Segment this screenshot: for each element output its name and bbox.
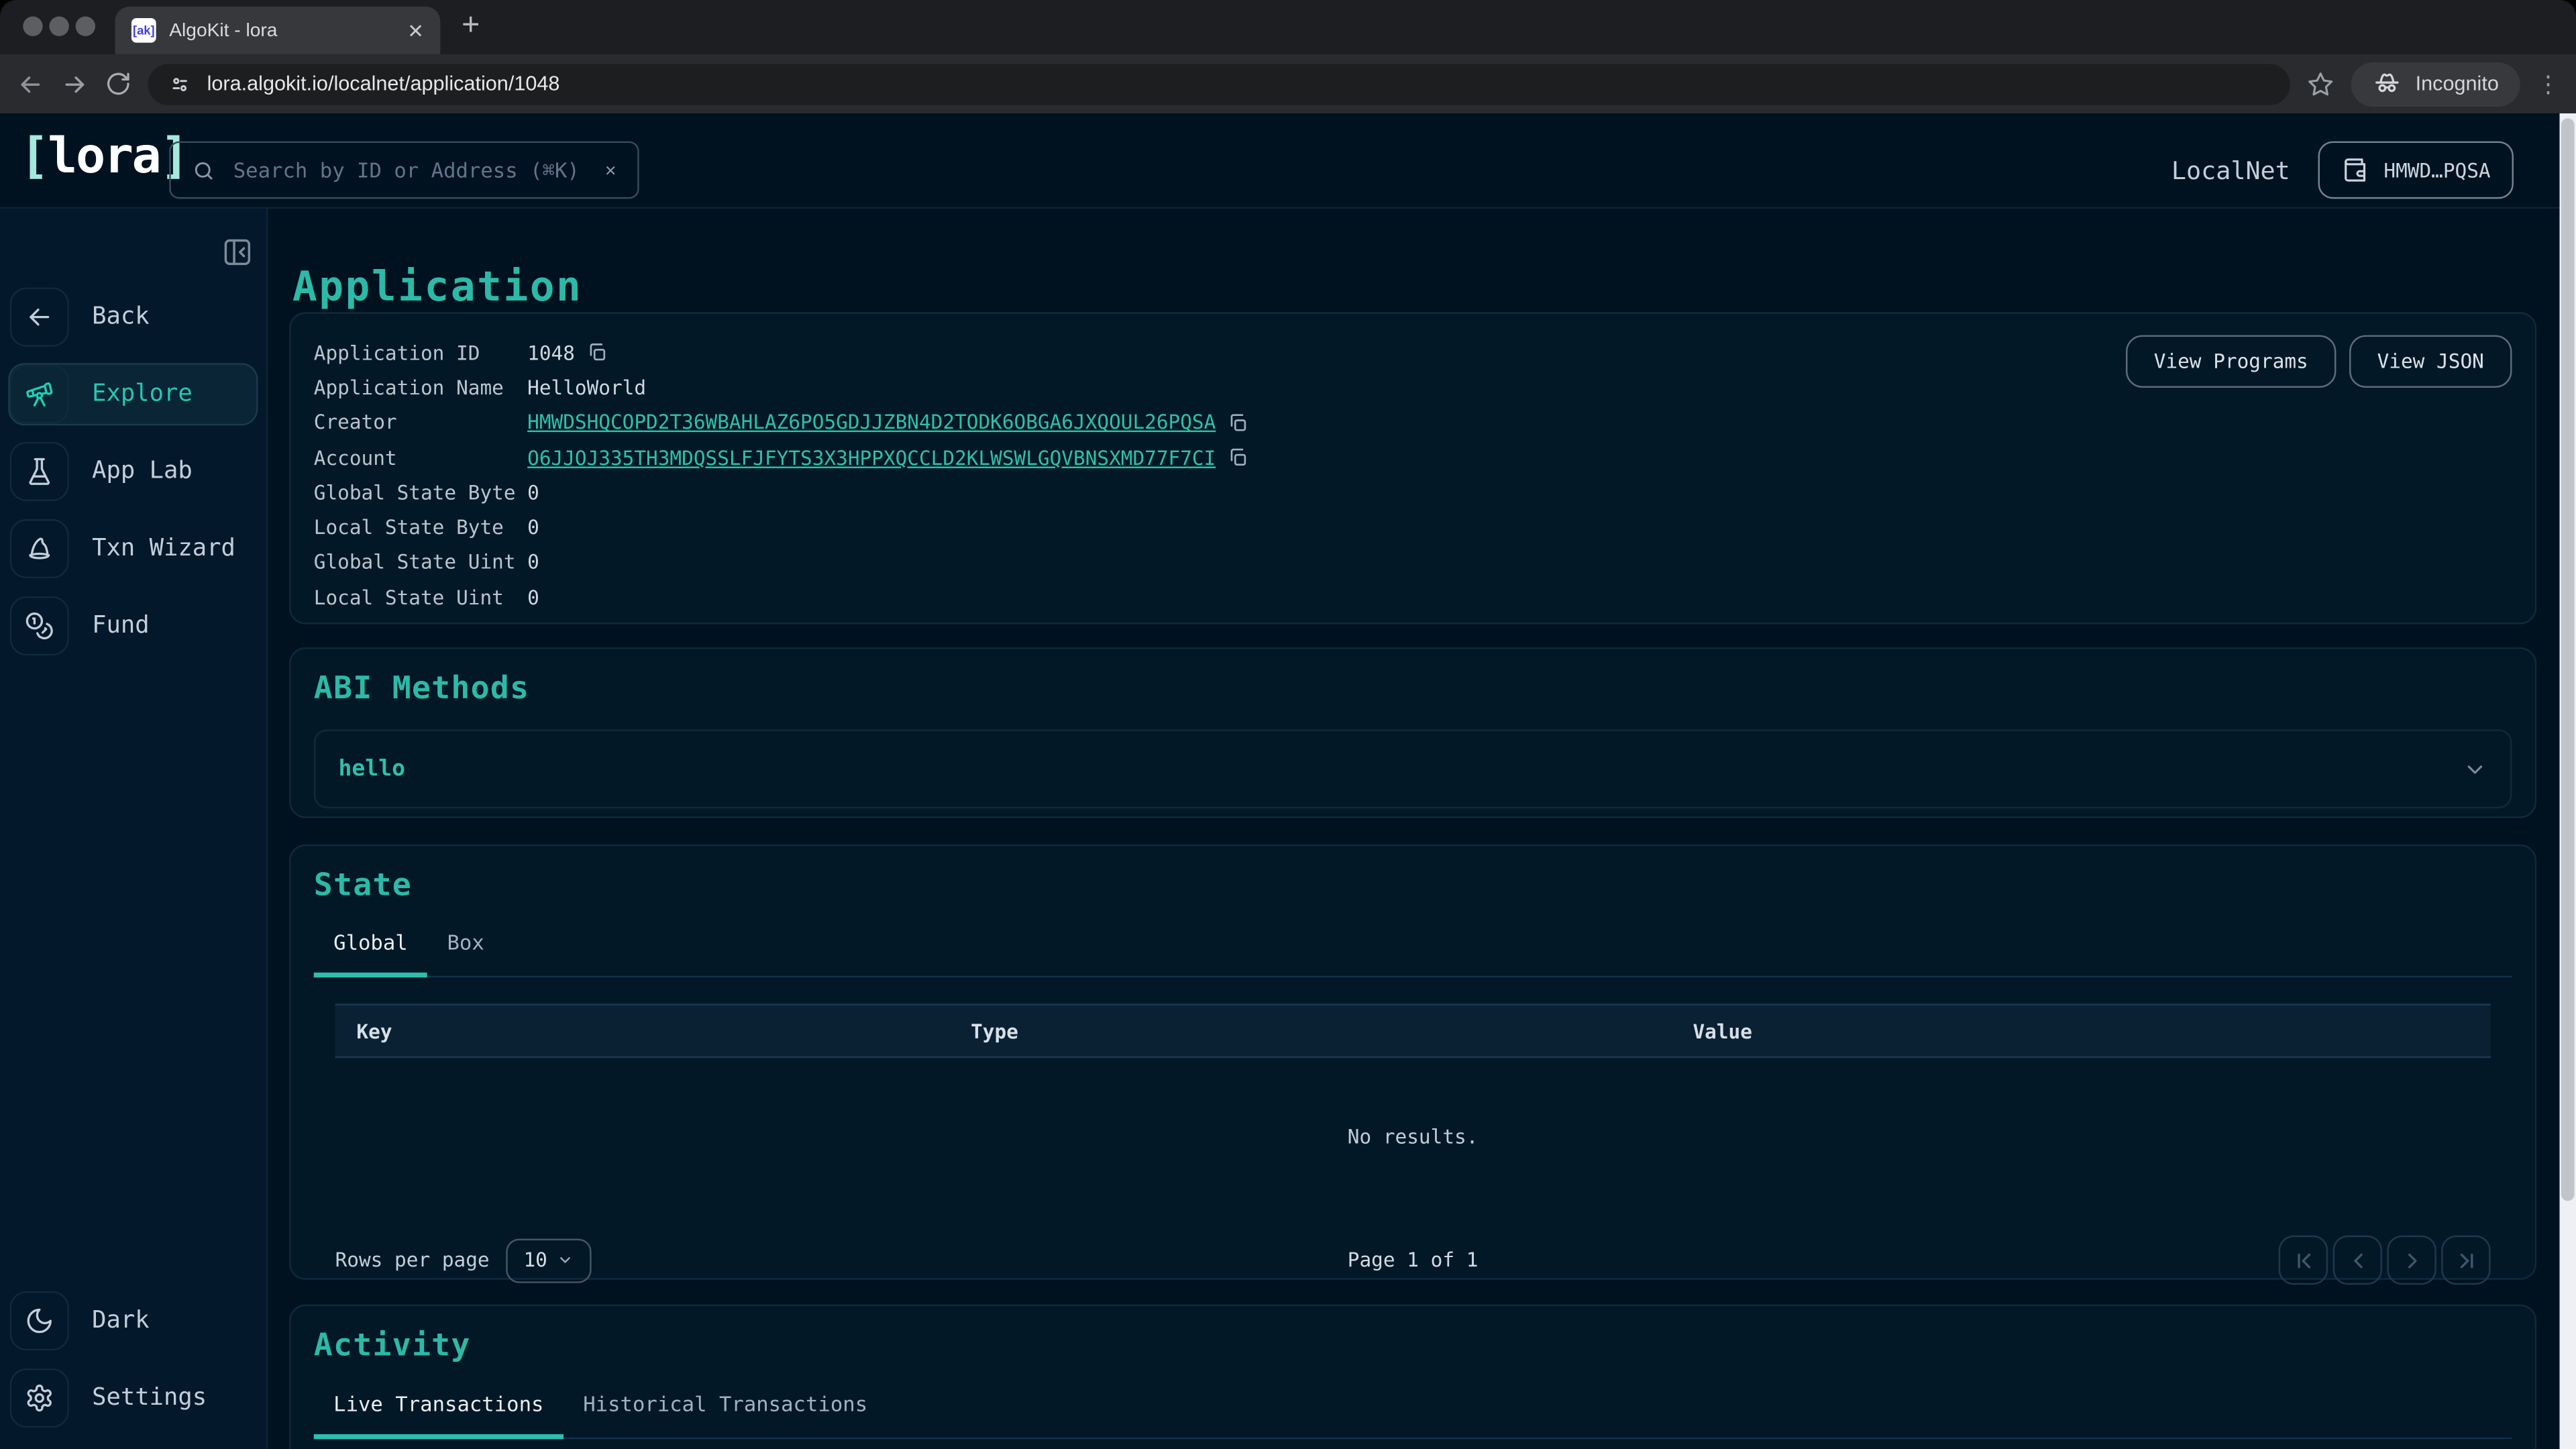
browser-toolbar: lora.algokit.io/localnet/application/104… <box>0 54 2576 113</box>
column-key: Key <box>335 1020 950 1042</box>
search-clear-icon[interactable]: ✕ <box>605 160 616 181</box>
window-minimize-button[interactable] <box>49 16 68 36</box>
search-box[interactable]: ✕ <box>169 142 639 199</box>
detail-row: Global State Uint 0 <box>314 545 2512 580</box>
sidebar-item-app-lab[interactable]: App Lab <box>8 440 258 502</box>
activity-title: Activity <box>314 1328 2512 1364</box>
previous-page-button[interactable] <box>2333 1236 2382 1285</box>
state-tabs: Global Box <box>314 930 2512 977</box>
table-header: Key Type Value <box>335 1004 2491 1058</box>
copy-icon[interactable] <box>586 342 608 364</box>
search-input[interactable] <box>230 156 590 184</box>
flask-icon <box>10 442 69 501</box>
browser-tab[interactable]: [ak] AlgoKit - lora ✕ <box>115 7 440 54</box>
url-text: lora.algokit.io/localnet/application/104… <box>207 72 560 95</box>
sidebar-item-fund[interactable]: Fund <box>8 595 258 657</box>
sidebar-item-txn-wizard[interactable]: Txn Wizard <box>8 517 258 580</box>
bookmark-star-icon[interactable] <box>2307 70 2335 98</box>
last-page-button[interactable] <box>2441 1236 2490 1285</box>
sidebar-item-explore[interactable]: Explore <box>8 363 258 425</box>
column-value: Value <box>1672 1020 2491 1042</box>
browser-menu-icon[interactable]: ⋮ <box>2536 72 2559 95</box>
copy-icon[interactable] <box>1227 447 1248 468</box>
rows-per-page-label: Rows per page <box>335 1248 490 1271</box>
scrollbar-thumb[interactable] <box>2561 118 2575 1201</box>
table-footer: Rows per page 10 Page 1 of 1 <box>335 1236 2491 1285</box>
state-card: State Global Box Key Type Value No resul… <box>289 845 2536 1280</box>
view-programs-button[interactable]: View Programs <box>2126 335 2336 388</box>
page-scrollbar[interactable] <box>2560 113 2576 1449</box>
tab-global[interactable]: Global <box>314 930 427 977</box>
tab-box[interactable]: Box <box>427 930 504 977</box>
search-icon <box>193 158 215 181</box>
next-page-button[interactable] <box>2387 1236 2436 1285</box>
tab-strip: [ak] AlgoKit - lora ✕ + <box>0 0 2576 54</box>
state-table: Key Type Value No results. <box>335 1004 2491 1216</box>
abi-methods-card: ABI Methods hello <box>289 647 2536 818</box>
page-title: Application <box>292 262 582 310</box>
site-settings-icon[interactable] <box>168 72 193 97</box>
tab-live-transactions[interactable]: Live Transactions <box>314 1391 564 1439</box>
first-page-button[interactable] <box>2279 1236 2328 1285</box>
abi-method-accordion[interactable]: hello <box>314 729 2512 808</box>
screen: [ak] AlgoKit - lora ✕ + lora.algokit.io/… <box>0 0 2576 1449</box>
application-id-value: 1048 <box>527 341 575 364</box>
lora-app: [lora] ✕ LocalNet HMWD…PQSA <box>0 113 2576 1449</box>
app-header: [lora] ✕ LocalNet HMWD…PQSA <box>0 113 2576 209</box>
new-tab-button[interactable]: + <box>462 10 480 42</box>
abi-method-name: hello <box>338 756 405 782</box>
main-content: Application Application ID 1048 Applicat… <box>270 209 2576 1449</box>
window-close-button[interactable] <box>23 16 42 36</box>
gear-icon <box>10 1368 69 1428</box>
state-title: State <box>314 867 2512 904</box>
wallet-button[interactable]: HMWD…PQSA <box>2318 142 2514 199</box>
copy-icon[interactable] <box>1227 412 1248 433</box>
address-bar[interactable]: lora.algokit.io/localnet/application/104… <box>148 63 2290 104</box>
reload-icon[interactable] <box>105 70 131 97</box>
telescope-icon <box>10 365 69 424</box>
incognito-label: Incognito <box>2416 72 2499 95</box>
detail-row: Account O6JJOJ335TH3MDQSSLFJFYTS3X3HPPXQ… <box>314 440 2512 475</box>
empty-results-text: No results. <box>335 1058 2491 1216</box>
sidebar-item-theme-dark[interactable]: Dark <box>8 1289 258 1352</box>
coins-icon <box>10 596 69 655</box>
network-label[interactable]: LocalNet <box>2171 155 2290 184</box>
wizard-hat-icon <box>10 519 69 578</box>
view-json-button[interactable]: View JSON <box>2349 335 2512 388</box>
arrow-left-icon <box>10 288 69 347</box>
wallet-icon <box>2341 156 2369 184</box>
lora-logo[interactable]: [lora] <box>19 128 188 186</box>
column-type: Type <box>949 1020 1671 1042</box>
moon-icon <box>10 1291 69 1350</box>
activity-tabs: Live Transactions Historical Transaction… <box>314 1391 2512 1439</box>
chevron-down-icon <box>2463 757 2487 782</box>
sidebar-item-back[interactable]: Back <box>8 286 258 348</box>
detail-row: Local State Byte 0 <box>314 510 2512 545</box>
activity-card: Activity Live Transactions Historical Tr… <box>289 1304 2536 1449</box>
back-icon[interactable] <box>16 70 44 98</box>
tab-historical-transactions[interactable]: Historical Transactions <box>564 1391 888 1439</box>
sidebar: Back Explore App Lab <box>0 209 268 1449</box>
favicon: [ak] <box>131 18 156 43</box>
account-address-link[interactable]: O6JJOJ335TH3MDQSSLFJFYTS3X3HPPXQCCLD2KLW… <box>527 446 1216 469</box>
application-name-value: HelloWorld <box>527 376 646 399</box>
browser-chrome: [ak] AlgoKit - lora ✕ + lora.algokit.io/… <box>0 0 2576 113</box>
tab-title: AlgoKit - lora <box>169 21 394 40</box>
page-info: Page 1 of 1 <box>1348 1248 1479 1271</box>
incognito-icon <box>2373 69 2402 99</box>
detail-row: Local State Uint 0 <box>314 580 2512 615</box>
incognito-badge: Incognito <box>2351 62 2520 106</box>
abi-methods-title: ABI Methods <box>314 670 2512 706</box>
rows-per-page-select[interactable]: 10 <box>506 1238 591 1282</box>
forward-icon[interactable] <box>61 70 89 98</box>
creator-address-link[interactable]: HMWDSHQCOPD2T36WBAHLAZ6PO5GDJJZBN4D2TODK… <box>527 411 1216 434</box>
tab-close-icon[interactable]: ✕ <box>407 21 424 40</box>
sidebar-collapse-icon[interactable] <box>222 237 254 268</box>
application-details-card: Application ID 1048 Application Name Hel… <box>289 312 2536 624</box>
window-zoom-button[interactable] <box>76 16 95 36</box>
detail-row: Creator HMWDSHQCOPD2T36WBAHLAZ6PO5GDJJZB… <box>314 405 2512 440</box>
detail-row: Global State Byte 0 <box>314 475 2512 510</box>
chevron-down-icon <box>557 1252 574 1268</box>
sidebar-item-settings[interactable]: Settings <box>8 1367 258 1430</box>
